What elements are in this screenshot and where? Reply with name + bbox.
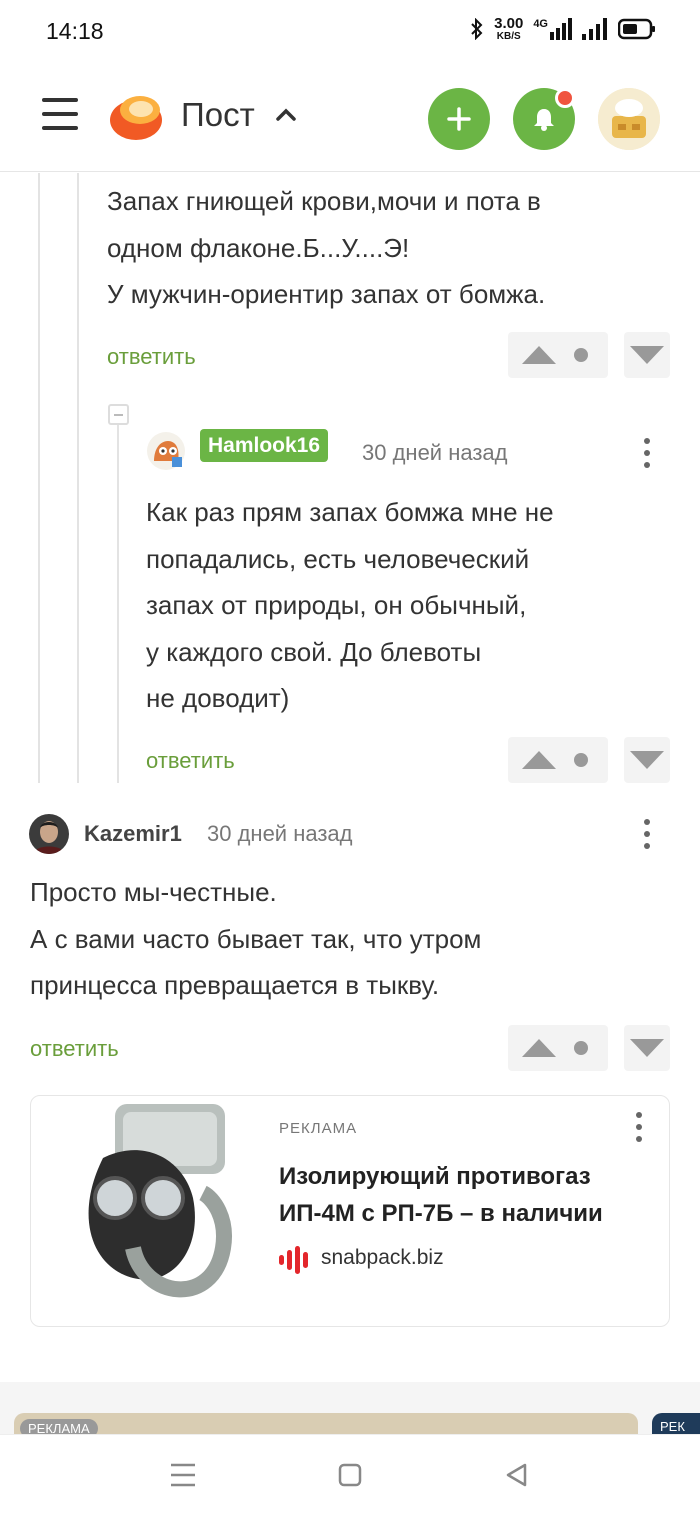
- upvote-button[interactable]: [508, 332, 608, 378]
- add-post-button[interactable]: [428, 88, 490, 150]
- upvote-button[interactable]: [508, 737, 608, 783]
- ad-title-line: ИП-4М с РП-7Б – в наличии: [279, 1200, 603, 1227]
- comment-text-line: не доводит): [146, 683, 290, 713]
- ad-domain[interactable]: snabpack.biz: [321, 1246, 444, 1270]
- notification-dot: [555, 88, 575, 108]
- arrow-up-icon: [522, 1039, 556, 1057]
- signal-icon: [550, 18, 572, 40]
- comment-text-line: попадались, есть человеческий: [146, 543, 530, 574]
- bluetooth-icon: [471, 18, 483, 40]
- thread-line: [77, 173, 79, 783]
- author-name[interactable]: Kazemir1: [84, 821, 182, 847]
- more-vertical-icon[interactable]: [636, 1112, 646, 1148]
- ad-strip-label: РЕК: [660, 1419, 685, 1434]
- bell-icon: [534, 109, 554, 131]
- app-header: Пост: [0, 62, 700, 172]
- comment-text-line: Как раз прям запах бомжа мне не: [146, 497, 554, 527]
- author-badge[interactable]: Hamlook16: [200, 429, 329, 462]
- ad-label: РЕКЛАМА: [279, 1120, 358, 1137]
- arrow-down-icon: [630, 346, 664, 364]
- chevron-up-icon[interactable]: [275, 106, 297, 122]
- comment-avatar[interactable]: [29, 814, 69, 854]
- upvote-button[interactable]: [508, 1025, 608, 1071]
- reply-link[interactable]: ответить: [107, 344, 196, 370]
- status-bar: 14:18 3.00 KB/S 4G: [0, 0, 700, 62]
- ad-title[interactable]: Изолирующий противогаз ИП-4М с РП-7Б – в…: [279, 1158, 659, 1232]
- comment-text-line: А с вами часто бывает так, что утром: [30, 923, 482, 954]
- comment-main: Просто мы-честные. А с вами часто бывает…: [30, 869, 680, 1009]
- avatar-image: [598, 88, 660, 150]
- comment-text-line: Запах гниющей крови,мочи и пота в: [107, 186, 541, 216]
- rating-dot: [574, 348, 588, 362]
- author-avatar-image: [147, 432, 185, 470]
- ad-title-line: Изолирующий противогаз: [279, 1163, 591, 1190]
- author-avatar-image: [29, 814, 69, 854]
- comment-text-line: у каждого свой. До блевоты: [146, 636, 482, 667]
- downvote-button[interactable]: [624, 332, 670, 378]
- network-speed: 3.00 KB/S: [494, 16, 523, 42]
- ad-strip-label: РЕКЛАМА: [20, 1419, 98, 1435]
- ad-image: [88, 1104, 232, 1298]
- downvote-button[interactable]: [624, 737, 670, 783]
- speed-unit: KB/S: [496, 31, 521, 42]
- status-time: 14:18: [46, 18, 104, 44]
- page-title[interactable]: Пост: [181, 96, 255, 134]
- rating-dot: [574, 1041, 588, 1055]
- more-vertical-icon[interactable]: [644, 819, 654, 855]
- menu-icon[interactable]: [42, 98, 78, 132]
- network-type: 4G: [533, 18, 572, 40]
- nav-menu-icon[interactable]: [170, 1463, 196, 1487]
- more-vertical-icon[interactable]: [644, 438, 654, 474]
- comment-text-line: одном флаконе.Б...У....Э!: [107, 232, 410, 263]
- user-avatar[interactable]: [598, 88, 660, 150]
- downvote-button[interactable]: [624, 1025, 670, 1071]
- system-nav-bar: [0, 1434, 700, 1517]
- arrow-up-icon: [522, 751, 556, 769]
- comment-text-line: принцесса превращается в тыкву.: [30, 970, 440, 1000]
- speed-value: 3.00: [494, 15, 524, 32]
- rating-dot: [574, 753, 588, 767]
- comment-avatar[interactable]: [146, 431, 186, 471]
- nav-home-icon[interactable]: [338, 1463, 362, 1487]
- comment-time: 30 дней назад: [362, 440, 508, 465]
- battery-icon: [618, 18, 655, 40]
- ad-card[interactable]: РЕКЛАМА Изолирующий противогаз ИП-4М с Р…: [30, 1095, 670, 1327]
- arrow-down-icon: [630, 1039, 664, 1057]
- ad-domain-icon: [279, 1246, 308, 1274]
- arrow-down-icon: [630, 751, 664, 769]
- comment-partial: Запах гниющей крови,мочи и пота в одном …: [107, 178, 687, 318]
- plus-icon: [447, 107, 471, 131]
- status-icons: 3.00 KB/S 4G: [470, 16, 656, 42]
- ad-strip-right[interactable]: РЕК: [652, 1413, 700, 1435]
- thread-line: [38, 173, 40, 783]
- notifications-button[interactable]: [513, 88, 575, 150]
- thread-line: [117, 425, 119, 783]
- pikabu-logo[interactable]: [106, 88, 164, 144]
- network-label: 4G: [533, 18, 548, 30]
- nav-back-icon[interactable]: [505, 1463, 529, 1487]
- author-name[interactable]: Hamlook16: [200, 429, 329, 462]
- collapse-icon[interactable]: [108, 404, 129, 425]
- arrow-up-icon: [522, 346, 556, 364]
- comment-nested: Как раз прям запах бомжа мне не попадали…: [146, 489, 676, 722]
- signal-icon-2: [582, 18, 607, 40]
- comment-text-line: запах от природы, он обычный,: [146, 590, 527, 620]
- comment-text-line: У мужчин-ориентир запах от бомжа.: [107, 279, 546, 309]
- reply-link[interactable]: ответить: [30, 1036, 119, 1062]
- ad-strip[interactable]: РЕКЛАМА: [14, 1413, 638, 1435]
- reply-link[interactable]: ответить: [146, 748, 235, 774]
- comment-text-line: Просто мы-честные.: [30, 877, 277, 907]
- comment-time: 30 дней назад: [207, 821, 353, 846]
